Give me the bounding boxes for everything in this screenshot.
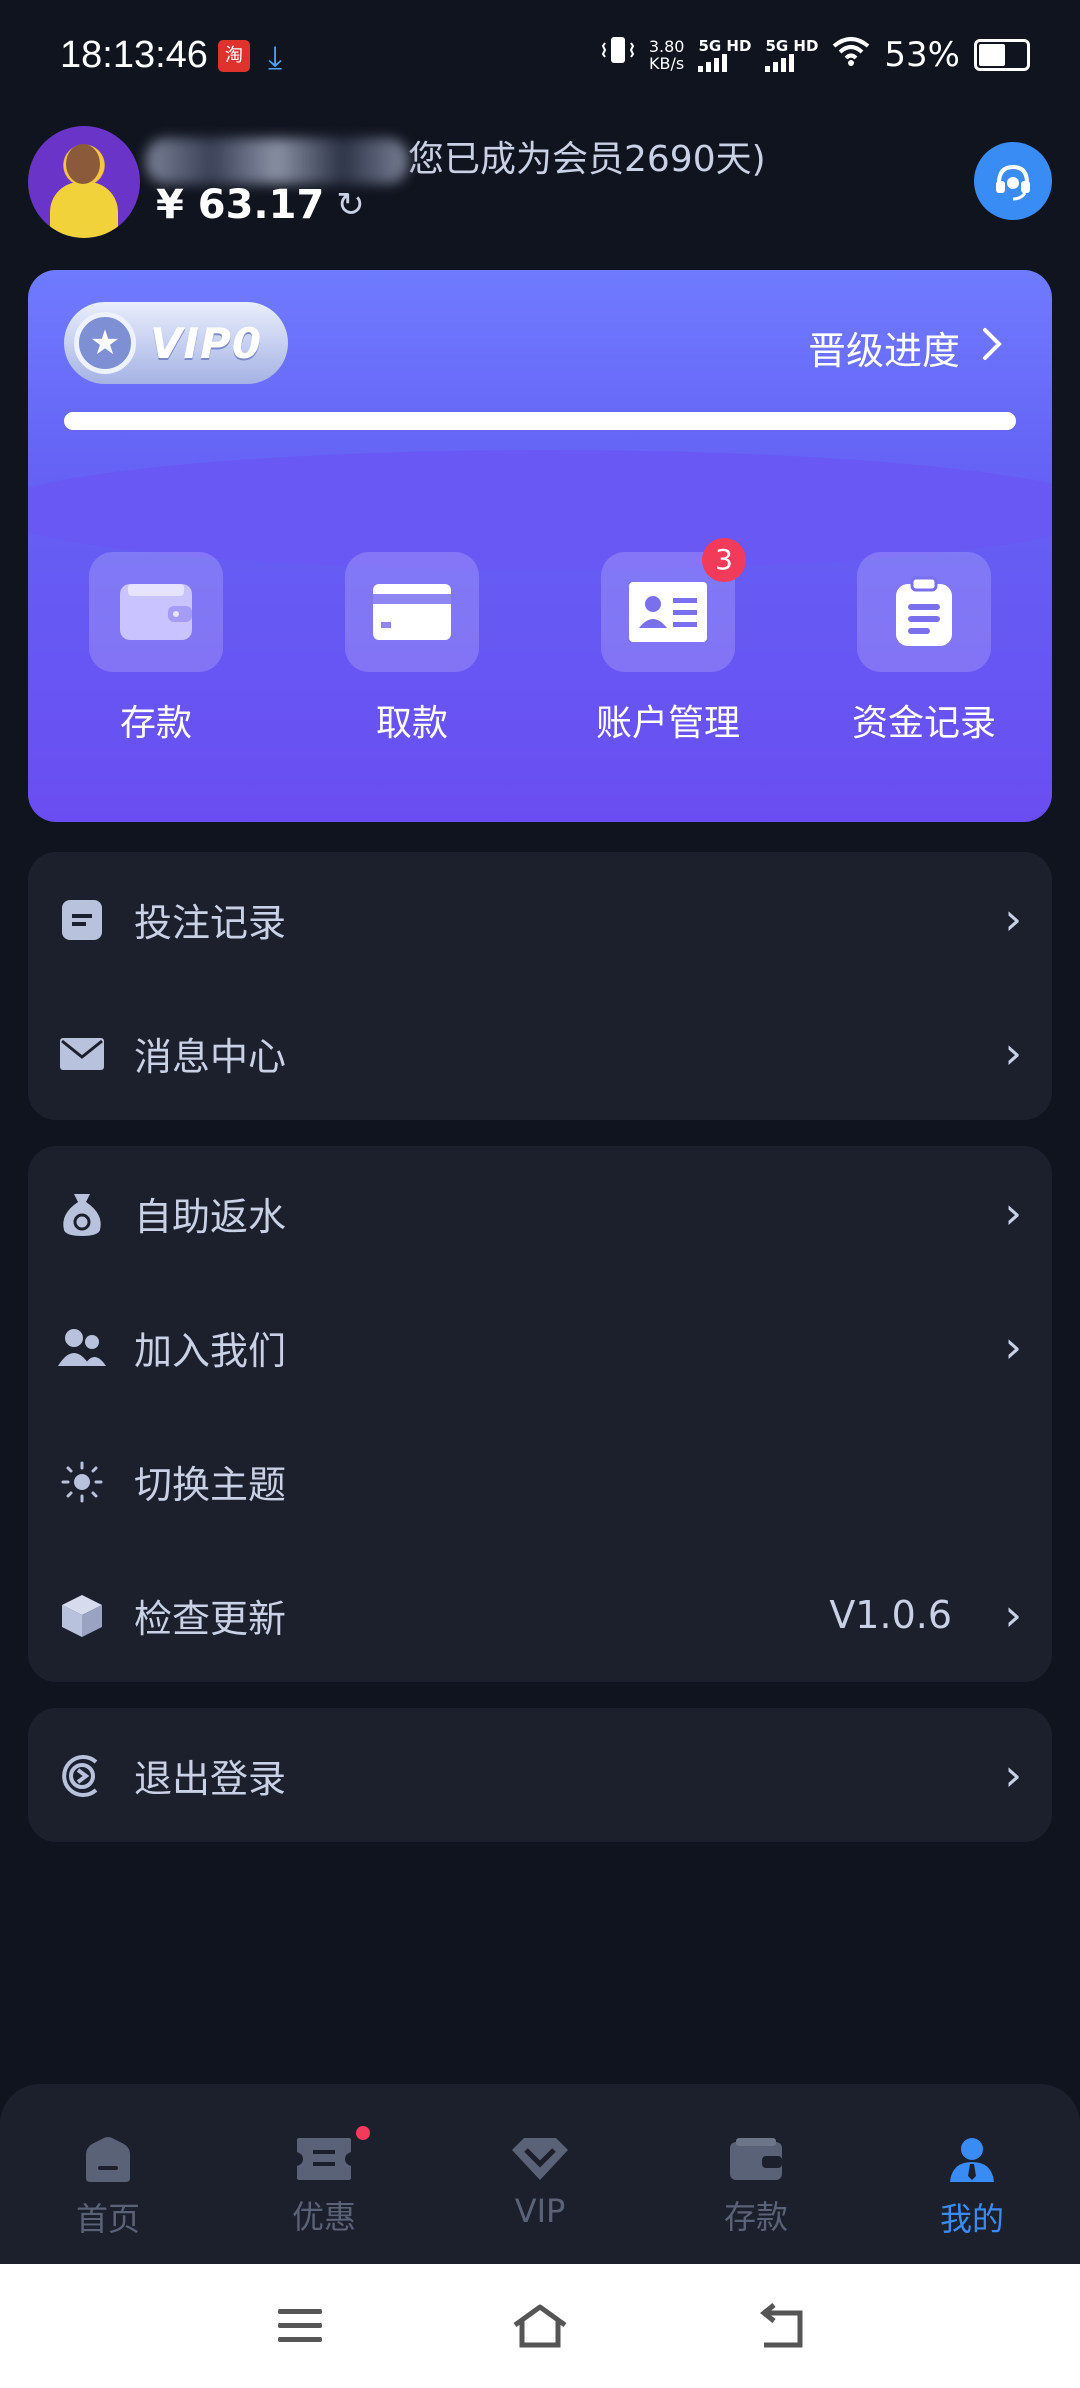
chevron-right-icon [982, 326, 1002, 370]
action-withdraw[interactable]: 取款 [284, 552, 540, 746]
quick-actions: 存款 取款 3 账户管理 资金记录 [28, 538, 1052, 746]
mail-icon [58, 1030, 106, 1078]
tab-label: VIP [514, 2192, 566, 2230]
username-row: 您已成为会员2690天) [146, 130, 766, 184]
avatar[interactable] [28, 126, 140, 238]
clipboard-icon [857, 552, 991, 672]
menu-item-join-us[interactable]: 加入我们 › [28, 1280, 1052, 1414]
wifi-icon [832, 35, 870, 75]
menu-item-label: 消息中心 [134, 1034, 287, 1079]
sim1-signal: 5G HD [698, 38, 751, 72]
action-label: 取款 [375, 703, 448, 744]
wallet-icon [730, 2138, 782, 2180]
chevron-right-icon: › [1004, 893, 1022, 945]
status-time: 18:13:46 [60, 34, 208, 76]
home-icon [86, 2137, 130, 2182]
notification-badge: 3 [702, 538, 746, 582]
vibrate-icon [601, 34, 635, 75]
users-icon [58, 1324, 106, 1372]
menu-item-label: 投注记录 [134, 900, 287, 945]
balance-amount: ¥ 63.17 [156, 182, 325, 228]
tab-label: 存款 [723, 2198, 788, 2236]
menu-icon[interactable] [270, 2298, 330, 2354]
document-icon [58, 896, 106, 944]
vip-progress-bar [64, 412, 1016, 430]
tab-label: 我的 [939, 2200, 1004, 2238]
action-account-management[interactable]: 3 账户管理 [540, 538, 796, 746]
signal-bars-icon [698, 53, 751, 72]
vip-level-label: VIP0 [150, 318, 263, 368]
menu-item-label: 自助返水 [134, 1194, 287, 1239]
chevron-right-icon: › [1004, 1749, 1022, 1801]
headset-icon [996, 164, 1030, 201]
vip-card: ★ VIP0 晋级进度 存款 取款 3 账户管理 资金记录 [28, 270, 1052, 822]
menu-item-bet-records[interactable]: 投注记录 › [28, 852, 1052, 986]
member-days-text: 您已成为会员2690天) [408, 139, 766, 180]
tab-promotions[interactable]: 优惠 [216, 2084, 432, 2264]
sim2-signal: 5G HD [765, 38, 818, 72]
chevron-right-icon: › [1004, 1321, 1022, 1373]
back-icon[interactable] [750, 2298, 810, 2354]
wallet-icon [89, 552, 223, 672]
battery-icon [974, 38, 1030, 71]
action-deposit[interactable]: 存款 [28, 552, 284, 746]
notification-dot [356, 2126, 370, 2140]
menu-group-logout: 退出登录 › [28, 1708, 1052, 1842]
system-nav-bar [0, 2264, 1080, 2388]
chevron-right-icon: › [1004, 1027, 1022, 1079]
upgrade-progress-link[interactable]: 晋级进度 [808, 320, 1002, 375]
chevron-right-icon: › [1004, 1187, 1022, 1239]
ticket-icon [297, 2138, 351, 2180]
tab-deposit[interactable]: 存款 [648, 2084, 864, 2264]
tab-mine[interactable]: 我的 [864, 2084, 1080, 2264]
version-value: V1.0.6 [829, 1593, 952, 1637]
redacted-username [146, 138, 408, 184]
diamond-icon [512, 2138, 568, 2180]
tab-home[interactable]: 首页 [0, 2084, 216, 2264]
customer-service-button[interactable] [974, 142, 1052, 220]
menu-item-label: 退出登录 [134, 1756, 287, 1801]
tab-vip[interactable]: VIP [432, 2084, 648, 2264]
menu-item-logout[interactable]: 退出登录 › [28, 1708, 1052, 1842]
upgrade-progress-label: 晋级进度 [807, 329, 960, 373]
tab-label: 优惠 [291, 2198, 356, 2236]
menu-item-message-center[interactable]: 消息中心 › [28, 986, 1052, 1120]
bottom-tab-bar: 首页 优惠 VIP 存款 我的 [0, 2084, 1080, 2264]
sun-icon [58, 1458, 106, 1506]
action-label: 资金记录 [851, 703, 996, 744]
person-icon [950, 2138, 994, 2182]
taobao-notification-icon: 淘 [218, 40, 250, 72]
battery-percent: 53% [884, 34, 960, 75]
menu-group-settings: 自助返水 › 加入我们 › 切换主题 检查更新 V1.0.6 › [28, 1146, 1052, 1682]
menu-item-label: 切换主题 [134, 1462, 287, 1507]
download-icon: ⤓ [268, 38, 283, 76]
chevron-right-icon: › [1004, 1589, 1022, 1641]
refresh-icon[interactable]: ↻ [336, 185, 365, 225]
status-bar: 18:13:46 淘 ⤓ 3.80 KB/s 5G HD 5G HD 53% [0, 0, 1080, 120]
net-speed: 3.80 KB/s [648, 36, 685, 73]
tab-label: 首页 [75, 2200, 140, 2238]
action-fund-records[interactable]: 资金记录 [796, 552, 1052, 746]
menu-item-label: 加入我们 [134, 1328, 287, 1373]
money-bag-icon [58, 1190, 106, 1238]
menu-item-self-rebate[interactable]: 自助返水 › [28, 1146, 1052, 1280]
vip-level-badge: ★ VIP0 [64, 302, 288, 384]
cube-icon [58, 1592, 106, 1640]
profile-header: 您已成为会员2690天) ¥ 63.17 ↻ [0, 120, 1080, 250]
logout-icon [58, 1752, 106, 1800]
card-icon [345, 552, 479, 672]
balance-row: ¥ 63.17 ↻ [156, 182, 365, 228]
action-label: 账户管理 [595, 703, 740, 744]
home-nav-icon[interactable] [510, 2298, 570, 2354]
menu-item-switch-theme[interactable]: 切换主题 [28, 1414, 1052, 1548]
star-icon: ★ [74, 312, 136, 374]
menu-item-label: 检查更新 [134, 1596, 287, 1641]
menu-group-records: 投注记录 › 消息中心 › [28, 852, 1052, 1120]
action-label: 存款 [119, 703, 192, 744]
menu-item-check-update[interactable]: 检查更新 V1.0.6 › [28, 1548, 1052, 1682]
signal-bars-icon [765, 53, 818, 72]
